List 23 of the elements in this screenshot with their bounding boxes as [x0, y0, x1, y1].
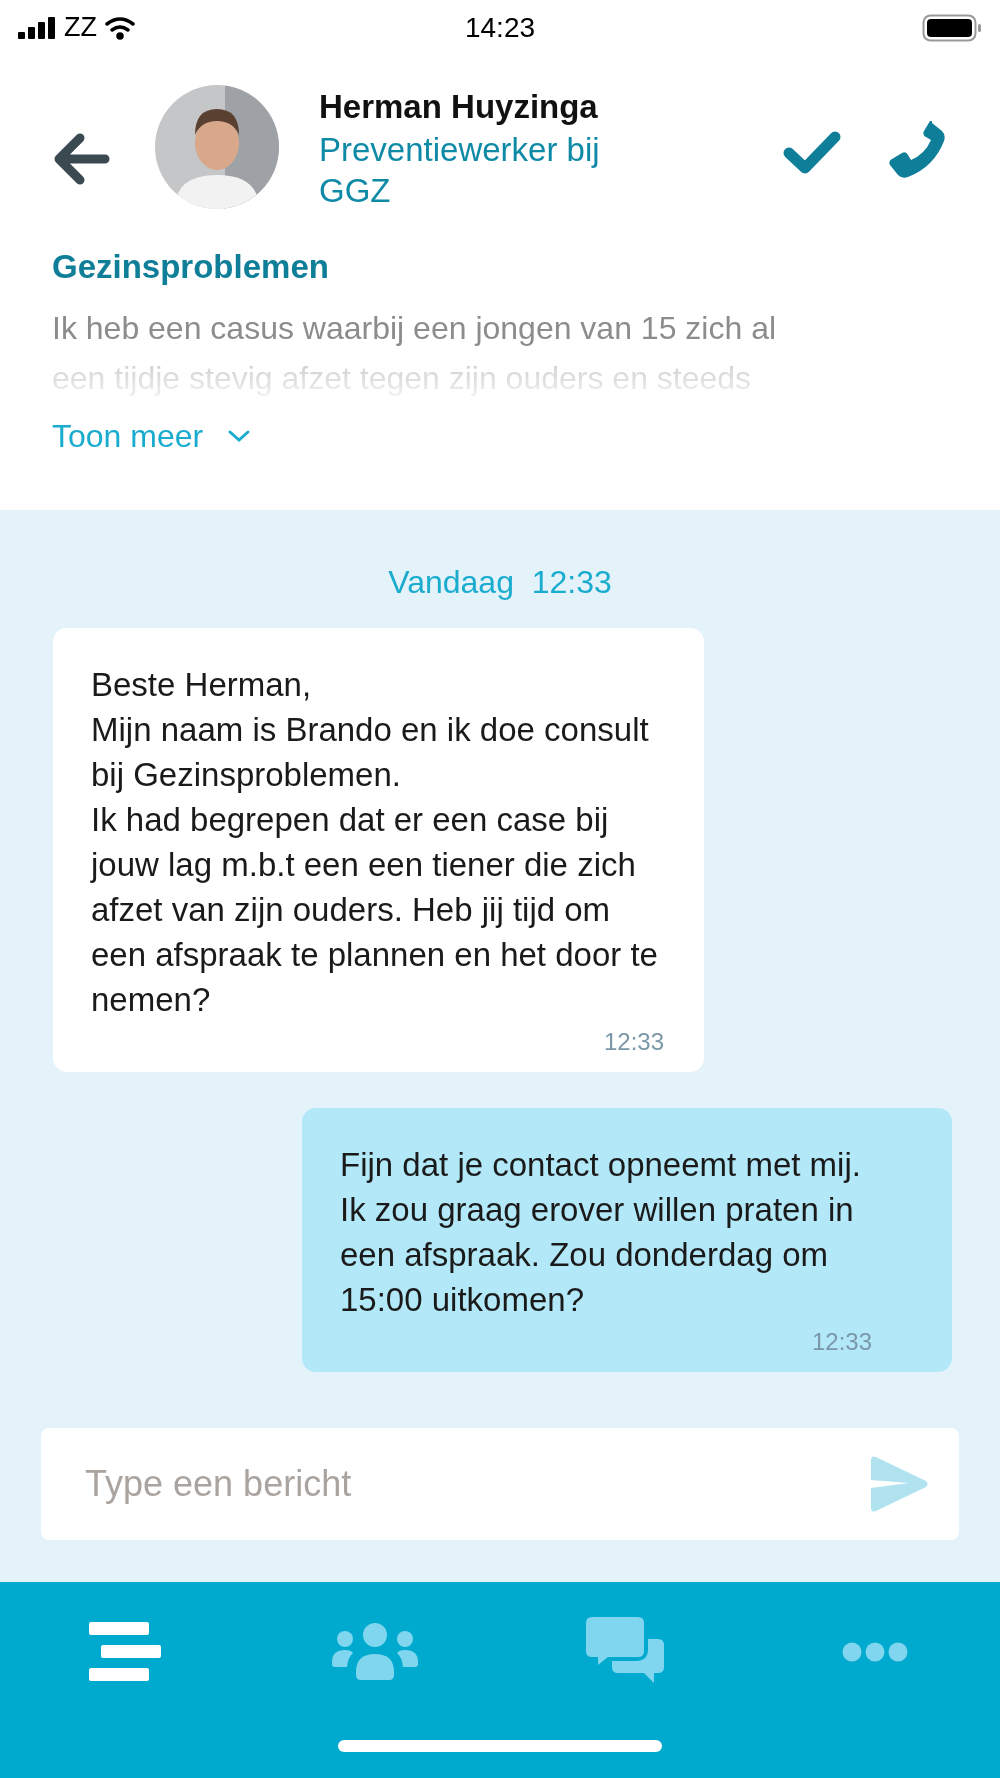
- topic-title: Gezinsproblemen: [52, 247, 330, 287]
- more-icon[interactable]: [842, 1642, 908, 1662]
- date-label: Vandaag 12:33: [388, 563, 612, 602]
- chevron-down-icon: [227, 429, 252, 443]
- carrier-name: ZZ: [64, 11, 97, 45]
- battery-icon: [922, 13, 982, 42]
- menu-icon[interactable]: [89, 1622, 161, 1682]
- message-time: 12:33: [811, 1327, 872, 1357]
- message-time: 12:33: [603, 1027, 664, 1057]
- phone-icon: [886, 121, 946, 181]
- signal-icon: [18, 16, 58, 39]
- message-input[interactable]: Type een bericht: [41, 1428, 959, 1540]
- show-more-link[interactable]: Toon meer: [52, 412, 252, 460]
- message-text: Fijn dat je contact opneemt met mij. Ik zou graag erover willen praten in een afspraak. Zou donderdag om 15:00 uitkomen?: [340, 1145, 862, 1320]
- wifi-icon: [105, 15, 135, 40]
- topic-preview: Ik heb een casus waarbij een jongen van 15 zich al: [52, 309, 778, 348]
- contact-name: Herman Huyzinga: [319, 87, 599, 127]
- clock-time: 14:23: [464, 10, 536, 45]
- message-text: Beste Herman, Mijn naam is Brando en ik doe consult bij Gezinsproblemen. Ik had begrepen dat er een case bij jouw lag m.b.t een een tiener die zich afzet van zijn ouders. Heb jij tijd om een afspraak te plannen en het door te nemen?: [91, 665, 659, 1020]
- back-arrow-icon: [53, 132, 111, 186]
- contact-role: Preventiewerker bij GGZ: [319, 130, 601, 211]
- send-icon[interactable]: [869, 1456, 929, 1512]
- people-icon[interactable]: [332, 1622, 418, 1682]
